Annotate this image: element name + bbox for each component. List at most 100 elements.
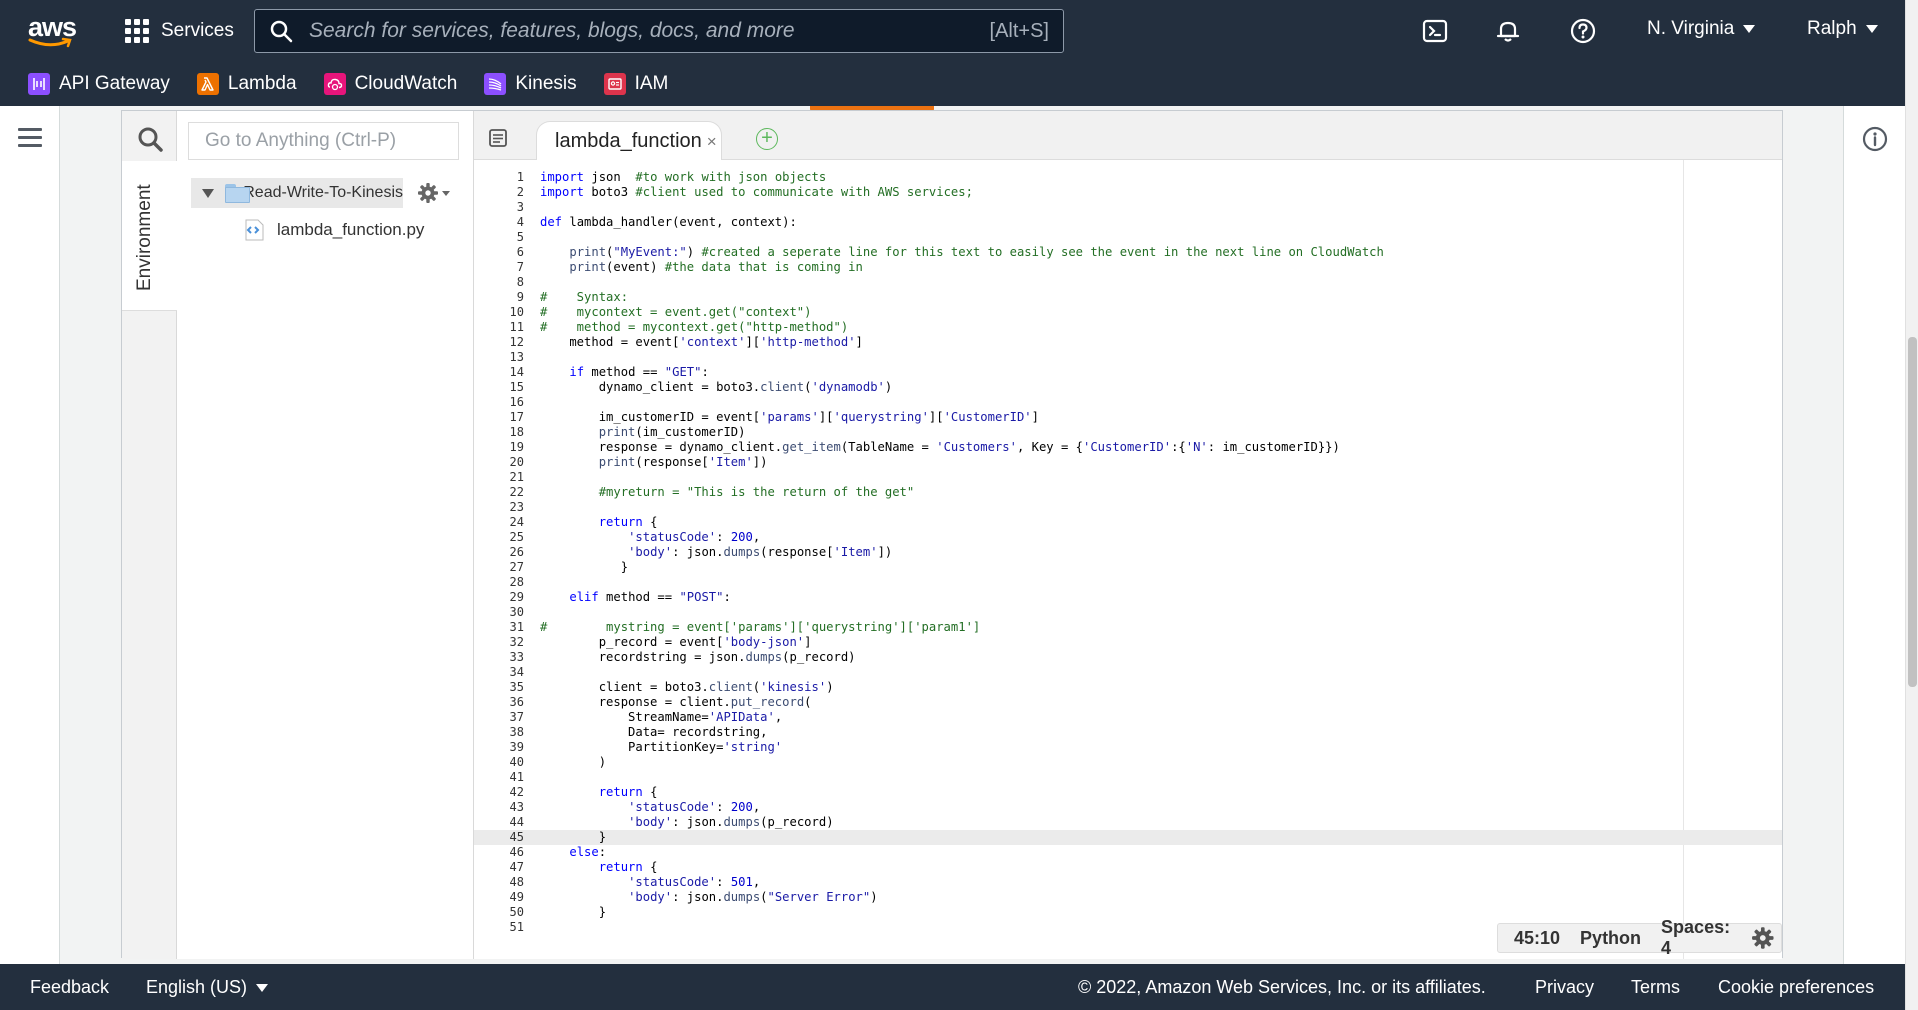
tree-file-item[interactable]: lambda_function.py — [243, 215, 424, 245]
cursor-position[interactable]: 45:10 — [1504, 928, 1570, 949]
code-line[interactable]: Data= recordstring, — [540, 725, 1782, 740]
notifications-button[interactable] — [1492, 15, 1524, 47]
code-line[interactable]: im_customerID = event['params']['queryst… — [540, 410, 1782, 425]
code-line[interactable]: # method = mycontext.get("http-method") — [540, 320, 1782, 335]
code-line[interactable]: return { — [540, 860, 1782, 875]
code-line[interactable]: 'statusCode': 200, — [540, 530, 1782, 545]
line-number: 38 — [509, 725, 524, 739]
code-line[interactable]: elif method == "POST": — [540, 590, 1782, 605]
code-line[interactable]: method = event['context']['http-method'] — [540, 335, 1782, 350]
cloudshell-button[interactable] — [1419, 15, 1451, 47]
code-line[interactable]: import boto3 #client used to communicate… — [540, 185, 1782, 200]
language-selector[interactable]: English (US) — [146, 977, 269, 998]
cookie-preferences-link[interactable]: Cookie preferences — [1718, 977, 1874, 998]
scrollbar-thumb[interactable] — [1908, 337, 1917, 687]
code-line[interactable]: 'body': json.dumps("Server Error") — [540, 890, 1782, 905]
code-line[interactable] — [540, 230, 1782, 245]
code-line[interactable]: # mystring = event['params']['querystrin… — [540, 620, 1782, 635]
tab-lambda-function[interactable]: lambda_function × — [536, 121, 722, 161]
code-line[interactable]: StreamName='APIData', — [540, 710, 1782, 725]
line-number: 19 — [509, 440, 524, 454]
tree-settings-button[interactable] — [417, 180, 451, 206]
code-line[interactable]: else: — [540, 845, 1782, 860]
search-icon[interactable] — [136, 125, 164, 153]
code-line[interactable]: return { — [540, 515, 1782, 530]
aws-logo[interactable]: aws — [26, 12, 77, 48]
favorite-label: CloudWatch — [354, 72, 458, 94]
code-line[interactable] — [540, 770, 1782, 785]
code-line[interactable]: dynamo_client = boto3.client('dynamodb') — [540, 380, 1782, 395]
global-search[interactable]: [Alt+S] — [254, 9, 1064, 53]
favorite-lambda[interactable]: Lambda — [196, 72, 297, 95]
code-line[interactable]: PartitionKey='string' — [540, 740, 1782, 755]
code-line[interactable]: import json #to work with json objects — [540, 170, 1782, 185]
account-menu[interactable]: Ralph — [1807, 18, 1878, 40]
code-line[interactable]: return { — [540, 785, 1782, 800]
services-menu-button[interactable]: Services — [125, 17, 234, 45]
goto-anything-input[interactable] — [188, 122, 459, 160]
code-line[interactable]: client = boto3.client('kinesis') — [540, 680, 1782, 695]
code-line[interactable]: # Syntax: — [540, 290, 1782, 305]
environment-panel-tab[interactable]: Environment — [122, 161, 177, 311]
tab-list-icon[interactable] — [488, 128, 508, 148]
add-tab-button[interactable]: + — [756, 128, 778, 150]
code-line[interactable]: } — [540, 830, 1782, 845]
privacy-link[interactable]: Privacy — [1535, 977, 1594, 998]
indent-setting[interactable]: Spaces: 4 — [1651, 917, 1747, 959]
code-line[interactable]: 'statusCode': 200, — [540, 800, 1782, 815]
code-line[interactable]: def lambda_handler(event, context): — [540, 215, 1782, 230]
language-mode[interactable]: Python — [1570, 928, 1651, 949]
code-line[interactable]: recordstring = json.dumps(p_record) — [540, 650, 1782, 665]
chevron-down-icon[interactable] — [202, 188, 214, 198]
line-number: 12 — [509, 335, 524, 349]
code-line[interactable] — [540, 200, 1782, 215]
code-line[interactable]: } — [540, 560, 1782, 575]
code-line[interactable]: #myreturn = "This is the return of the g… — [540, 485, 1782, 500]
info-icon[interactable] — [1862, 126, 1888, 152]
favorites-bar: API Gateway Lambda CloudWatch Kinesis IA… — [0, 61, 1905, 106]
code-line[interactable]: 'body': json.dumps(response['Item']) — [540, 545, 1782, 560]
python-file-icon — [245, 219, 264, 241]
line-number: 23 — [509, 500, 524, 514]
line-number: 21 — [509, 470, 524, 484]
close-icon[interactable]: × — [707, 132, 717, 152]
code-line[interactable]: response = dynamo_client.get_item(TableN… — [540, 440, 1782, 455]
favorite-kinesis[interactable]: Kinesis — [484, 72, 577, 95]
code-line[interactable]: 'statusCode': 501, — [540, 875, 1782, 890]
hamburger-menu-icon[interactable] — [18, 128, 42, 148]
code-line[interactable]: print(response['Item']) — [540, 455, 1782, 470]
code-line[interactable] — [540, 395, 1782, 410]
code-text-area[interactable]: import json #to work with json objects im… — [540, 160, 1782, 959]
search-input[interactable] — [293, 19, 990, 43]
code-line[interactable]: ) — [540, 755, 1782, 770]
code-line[interactable]: print(event) #the data that is coming in — [540, 260, 1782, 275]
favorite-cloudwatch[interactable]: CloudWatch — [323, 72, 458, 95]
favorite-api-gateway[interactable]: API Gateway — [28, 72, 170, 95]
code-line[interactable]: p_record = event['body-json'] — [540, 635, 1782, 650]
code-line[interactable] — [540, 500, 1782, 515]
code-viewport[interactable]: 1 2 3 4 5 6 7 8 9 10 11 12 13 14 15 16 17 18 19 20 21 22 23 24 2… — [474, 160, 1782, 959]
code-line[interactable] — [540, 605, 1782, 620]
code-lines[interactable]: import json #to work with json objects im… — [540, 170, 1782, 935]
code-line[interactable]: if method == "GET": — [540, 365, 1782, 380]
terms-link[interactable]: Terms — [1631, 977, 1680, 998]
code-line[interactable]: 'body': json.dumps(p_record) — [540, 815, 1782, 830]
region-selector[interactable]: N. Virginia — [1647, 18, 1756, 40]
code-line[interactable] — [540, 350, 1782, 365]
code-line[interactable] — [540, 470, 1782, 485]
code-line[interactable]: } — [540, 905, 1782, 920]
code-line[interactable]: print("MyEvent:") #created a seperate li… — [540, 245, 1782, 260]
code-line[interactable] — [540, 275, 1782, 290]
page-scrollbar[interactable] — [1905, 0, 1918, 1010]
code-line[interactable] — [540, 575, 1782, 590]
feedback-link[interactable]: Feedback — [30, 977, 109, 998]
code-editor: lambda_function × + 1 2 3 4 5 6 7 8 9 10 11 12 13 14 1… — [474, 111, 1782, 959]
tree-folder-root[interactable]: Read-Write-To-Kinesis — [191, 178, 403, 208]
code-line[interactable] — [540, 665, 1782, 680]
gear-icon[interactable] — [1751, 925, 1775, 951]
code-line[interactable]: response = client.put_record( — [540, 695, 1782, 710]
code-line[interactable]: print(im_customerID) — [540, 425, 1782, 440]
help-button[interactable] — [1567, 15, 1599, 47]
code-line[interactable]: # mycontext = event.get("context") — [540, 305, 1782, 320]
favorite-iam[interactable]: IAM — [603, 72, 668, 95]
